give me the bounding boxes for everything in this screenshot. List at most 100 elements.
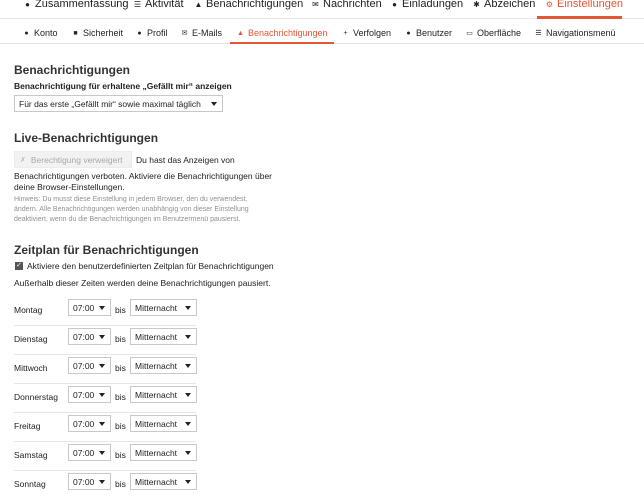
chevron-down-icon bbox=[99, 451, 105, 455]
to-time-select[interactable]: Mitternacht bbox=[130, 415, 197, 432]
subnav-profil[interactable]: ● Profil bbox=[136, 28, 167, 38]
day-label: Samstag bbox=[14, 450, 48, 460]
chevron-down-icon bbox=[185, 306, 191, 310]
schedule-row-dienstag: Dienstag 07:00 bis Mitternacht bbox=[14, 326, 197, 355]
subnav-sicherheit[interactable]: ■ Sicherheit bbox=[72, 28, 123, 38]
select-value: Mitternacht bbox=[135, 389, 178, 400]
from-time-select[interactable]: 07:00 bbox=[68, 299, 111, 316]
nav-abzeichen[interactable]: ✱ Abzeichen bbox=[472, 0, 535, 11]
certificate-icon: ✱ bbox=[473, 0, 480, 9]
from-time-select[interactable]: 07:00 bbox=[68, 444, 111, 461]
schedule-checkbox[interactable]: ✓ bbox=[15, 262, 23, 270]
subnav-label: Benutzer bbox=[416, 28, 453, 38]
active-subtab-indicator bbox=[230, 42, 334, 44]
schedule-heading: Zeitplan für Benachrichtigungen bbox=[14, 243, 199, 257]
user-icon: ● bbox=[25, 0, 30, 9]
to-time-select[interactable]: Mitternacht bbox=[130, 444, 197, 461]
nav-einstellungen[interactable]: ⚙ Einstellungen bbox=[545, 0, 623, 11]
select-value: 07:00 bbox=[73, 360, 95, 371]
user-top-nav: ● Zusammenfassung ☰ Aktivität ▲ Benachricht… bbox=[0, 0, 644, 19]
subnav-label: Sicherheit bbox=[83, 28, 124, 38]
nav-label: Einstellungen bbox=[557, 0, 624, 10]
nav-zusammenfassung[interactable]: ● Zusammenfassung bbox=[23, 0, 129, 11]
schedule-checkbox-label: Aktiviere den benutzerdefinierten Zeitpl… bbox=[27, 261, 274, 271]
nav-label: Zusammenfassung bbox=[35, 0, 129, 10]
nav-einladungen[interactable]: ● Einladungen bbox=[390, 0, 463, 11]
chevron-down-icon bbox=[185, 480, 191, 484]
day-label: Sonntag bbox=[14, 479, 46, 489]
live-text-line2: Benachrichtigungen verboten. Aktiviere d… bbox=[14, 171, 273, 181]
day-label: Montag bbox=[14, 305, 43, 315]
nav-label: Nachrichten bbox=[323, 0, 382, 10]
schedule-row-sonntag: Sonntag 07:00 bis Mitternacht bbox=[14, 471, 197, 500]
to-time-select[interactable]: Mitternacht bbox=[130, 473, 197, 490]
check-icon: ✓ bbox=[16, 262, 22, 269]
from-time-select[interactable]: 07:00 bbox=[68, 328, 111, 345]
chevron-down-icon bbox=[185, 393, 191, 397]
from-time-select[interactable]: 07:00 bbox=[68, 357, 111, 374]
bis-label: bis bbox=[115, 334, 126, 344]
likes-setting-label: Benachrichtigung für erhaltene „Gefällt … bbox=[14, 81, 232, 91]
day-label: Donnerstag bbox=[14, 392, 58, 402]
button-label: Berechtigung verweigert bbox=[30, 154, 123, 165]
nav-nachrichten[interactable]: ✉ Nachrichten bbox=[311, 0, 382, 11]
to-time-select[interactable]: Mitternacht bbox=[130, 357, 197, 374]
permission-denied-button[interactable]: ✗ Berechtigung verweigert bbox=[14, 151, 132, 168]
select-value: 07:00 bbox=[73, 447, 95, 458]
chevron-down-icon bbox=[211, 102, 217, 106]
envelope-icon: ✉ bbox=[312, 0, 319, 9]
from-time-select[interactable]: 07:00 bbox=[68, 415, 111, 432]
day-label: Mittwoch bbox=[14, 363, 48, 373]
select-value: Mitternacht bbox=[135, 331, 178, 342]
subnav-konto[interactable]: ● Konto bbox=[23, 28, 58, 38]
to-time-select[interactable]: Mitternacht bbox=[130, 299, 197, 316]
bis-label: bis bbox=[115, 479, 126, 489]
nav-label: Benachrichtigungen bbox=[206, 0, 304, 10]
chevron-down-icon bbox=[99, 364, 105, 368]
to-time-select[interactable]: Mitternacht bbox=[130, 328, 197, 345]
schedule-note: Außerhalb dieser Zeiten werden deine Ben… bbox=[14, 278, 271, 288]
nav-label: Einladungen bbox=[402, 0, 464, 10]
subnav-label: Verfolgen bbox=[353, 28, 392, 38]
select-value: Mitternacht bbox=[135, 418, 178, 429]
subnav-oberflaeche[interactable]: ▭ Oberfläche bbox=[466, 28, 521, 38]
schedule-row-samstag: Samstag 07:00 bis Mitternacht bbox=[14, 442, 197, 471]
live-text-line3: deine Browser-Einstellungen. bbox=[14, 182, 125, 192]
subnav-benutzer[interactable]: ● Benutzer bbox=[405, 28, 452, 38]
nav-aktivitaet[interactable]: ☰ Aktivität bbox=[133, 0, 184, 11]
subnav-label: Benachrichtigungen bbox=[248, 28, 328, 38]
day-label: Freitag bbox=[14, 421, 41, 431]
select-value: Mitternacht bbox=[135, 476, 178, 487]
select-value: 07:00 bbox=[73, 476, 95, 487]
subnav-benachrichtigungen[interactable]: ▲ Benachrichtigungen bbox=[237, 28, 328, 38]
desktop-icon: ▭ bbox=[466, 30, 473, 37]
day-label: Dienstag bbox=[14, 334, 48, 344]
select-value: Mitternacht bbox=[135, 447, 178, 458]
subnav-label: Oberfläche bbox=[477, 28, 522, 38]
to-time-select[interactable]: Mitternacht bbox=[130, 386, 197, 403]
user-icon: ● bbox=[24, 29, 29, 37]
bis-label: bis bbox=[115, 305, 126, 315]
chevron-down-icon bbox=[99, 480, 105, 484]
from-time-select[interactable]: 07:00 bbox=[68, 473, 111, 490]
live-text-line1: Du hast das Anzeigen von bbox=[136, 155, 235, 165]
schedule-row-montag: Montag 07:00 bis Mitternacht bbox=[14, 297, 197, 326]
subnav-verfolgen[interactable]: + Verfolgen bbox=[342, 28, 391, 38]
bars-icon: ☰ bbox=[535, 30, 542, 37]
from-time-select[interactable]: 07:00 bbox=[68, 386, 111, 403]
live-hint-line3: deaktiviert, wenn du die Benachrichtigun… bbox=[14, 216, 241, 223]
bis-label: bis bbox=[115, 392, 126, 402]
nav-benachrichtigungen[interactable]: ▲ Benachrichtigungen bbox=[194, 0, 304, 11]
schedule-row-freitag: Freitag 07:00 bis Mitternacht bbox=[14, 413, 197, 442]
live-hint-line1: Hinweis: Du musst diese Einstellung in j… bbox=[14, 196, 248, 203]
bell-slash-icon: ✗ bbox=[20, 156, 26, 164]
subnav-label: Konto bbox=[34, 28, 58, 38]
notifications-heading: Benachrichtigungen bbox=[14, 63, 131, 77]
users-icon: ● bbox=[406, 29, 411, 37]
list-icon: ☰ bbox=[133, 0, 142, 9]
live-hint-line2: ändern. Alle Benachrichtigungen werden u… bbox=[14, 206, 249, 213]
select-value: Mitternacht bbox=[135, 360, 178, 371]
subnav-emails[interactable]: ✉ E-Mails bbox=[181, 28, 222, 38]
likes-notification-select[interactable]: Für das erste „Gefällt mir“ sowie maxima… bbox=[14, 95, 223, 112]
subnav-navigationsmenue[interactable]: ☰ Navigationsmenü bbox=[535, 28, 615, 38]
